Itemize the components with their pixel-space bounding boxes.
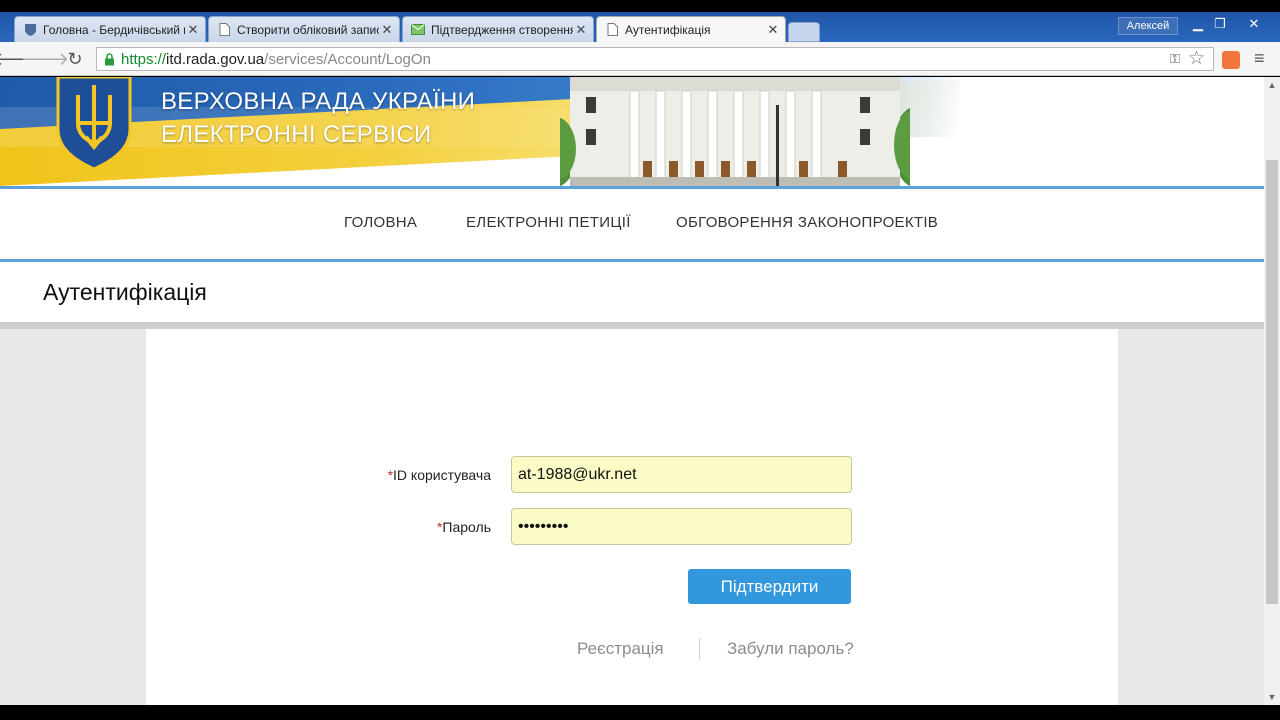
close-icon[interactable]: ✕ bbox=[573, 22, 589, 38]
password-label: *Пароль bbox=[321, 519, 491, 535]
register-link[interactable]: Реєстрація bbox=[577, 639, 664, 659]
user-id-input[interactable] bbox=[511, 456, 852, 493]
new-tab-button[interactable] bbox=[788, 22, 820, 42]
user-id-label-text: ID користувача bbox=[393, 467, 491, 483]
main-nav: ГОЛОВНА ЕЛЕКТРОННІ ПЕТИЦІЇ ОБГОВОРЕННЯ З… bbox=[0, 189, 1264, 259]
url-scheme: https:// bbox=[121, 50, 167, 68]
shield-icon bbox=[23, 23, 37, 37]
lock-icon bbox=[103, 52, 115, 66]
url-host: itd.rada.gov.ua bbox=[166, 50, 265, 68]
tab-confirmation[interactable]: Підтвердження створення ✕ bbox=[402, 16, 594, 42]
scrollbar-thumb[interactable] bbox=[1266, 160, 1278, 604]
user-id-label: *ID користувача bbox=[321, 467, 491, 483]
page-icon bbox=[217, 23, 231, 37]
page-title: Аутентифікація bbox=[43, 279, 207, 305]
user-profile-badge[interactable]: Алексей bbox=[1118, 17, 1178, 35]
scroll-up-arrow-icon[interactable]: ▲ bbox=[1264, 77, 1280, 93]
password-input[interactable] bbox=[511, 508, 852, 545]
title-divider bbox=[0, 322, 1264, 329]
extension-icon[interactable] bbox=[1222, 51, 1240, 69]
nav-item-petitions[interactable]: ЕЛЕКТРОННІ ПЕТИЦІЇ bbox=[466, 214, 631, 231]
tab-authentication[interactable]: Аутентифікація ✕ bbox=[596, 16, 786, 42]
password-label-text: Пароль bbox=[442, 519, 491, 535]
site-banner: ВЕРХОВНА РАДА УКРАЇНИ ЕЛЕКТРОННІ СЕРВІСИ bbox=[0, 77, 1264, 186]
nav-item-home[interactable]: ГОЛОВНА bbox=[344, 214, 417, 231]
trident-emblem-icon bbox=[56, 77, 132, 169]
nav-item-bill-discussions[interactable]: ОБГОВОРЕННЯ ЗАКОНОПРОЕКТІВ bbox=[676, 214, 938, 231]
login-panel: *ID користувача *Пароль Підтвердити Реєс… bbox=[146, 329, 1118, 705]
restore-icon[interactable]: ❐ bbox=[1206, 15, 1234, 33]
bottom-black-bar bbox=[0, 705, 1280, 720]
web-page: ВЕРХОВНА РАДА УКРАЇНИ ЕЛЕКТРОННІ СЕРВІСИ bbox=[0, 77, 1264, 705]
close-icon[interactable]: ✕ bbox=[379, 22, 395, 38]
submit-button[interactable]: Підтвердити bbox=[688, 569, 851, 604]
close-icon[interactable]: ✕ bbox=[765, 22, 781, 38]
window-close-icon[interactable]: ✕ bbox=[1236, 15, 1272, 33]
forward-arrow-icon[interactable]: 🡒 bbox=[21, 46, 69, 72]
key-icon[interactable]: ⚿ bbox=[1170, 51, 1180, 67]
scroll-down-arrow-icon[interactable]: ▼ bbox=[1264, 689, 1280, 705]
mail-icon bbox=[411, 23, 425, 37]
menu-icon[interactable]: ≡ bbox=[1254, 48, 1265, 69]
link-divider bbox=[699, 638, 700, 660]
tab-home[interactable]: Головна - Бердичівський к ✕ bbox=[14, 16, 206, 42]
tab-label: Підтвердження створення bbox=[431, 22, 573, 37]
tab-label: Головна - Бердичівський к bbox=[43, 22, 185, 37]
forgot-password-link[interactable]: Забули пароль? bbox=[727, 639, 854, 659]
browser-toolbar: 🡐 🡒 ↻ https://itd.rada.gov.ua/services/A… bbox=[0, 42, 1280, 76]
top-black-bar bbox=[0, 0, 1280, 12]
tab-create-account[interactable]: Створити обліковий запис ✕ bbox=[208, 16, 400, 42]
banner-title-line1: ВЕРХОВНА РАДА УКРАЇНИ bbox=[161, 88, 476, 115]
address-bar[interactable]: https://itd.rada.gov.ua/services/Account… bbox=[96, 47, 1214, 71]
close-icon[interactable]: ✕ bbox=[185, 22, 201, 38]
url-path: /services/Account/LogOn bbox=[264, 50, 431, 68]
banner-title-line2: ЕЛЕКТРОННІ СЕРВІСИ bbox=[161, 121, 432, 148]
parliament-building-image bbox=[560, 77, 910, 186]
reload-icon[interactable]: ↻ bbox=[62, 46, 88, 72]
banner-title: ВЕРХОВНА РАДА УКРАЇНИ ЕЛЕКТРОННІ СЕРВІСИ bbox=[161, 85, 475, 151]
tab-label: Створити обліковий запис bbox=[237, 22, 379, 37]
tab-label: Аутентифікація bbox=[625, 22, 711, 37]
page-title-bar: Аутентифікація bbox=[0, 262, 1264, 322]
star-icon[interactable]: ☆ bbox=[1188, 47, 1205, 70]
page-icon bbox=[605, 23, 619, 37]
